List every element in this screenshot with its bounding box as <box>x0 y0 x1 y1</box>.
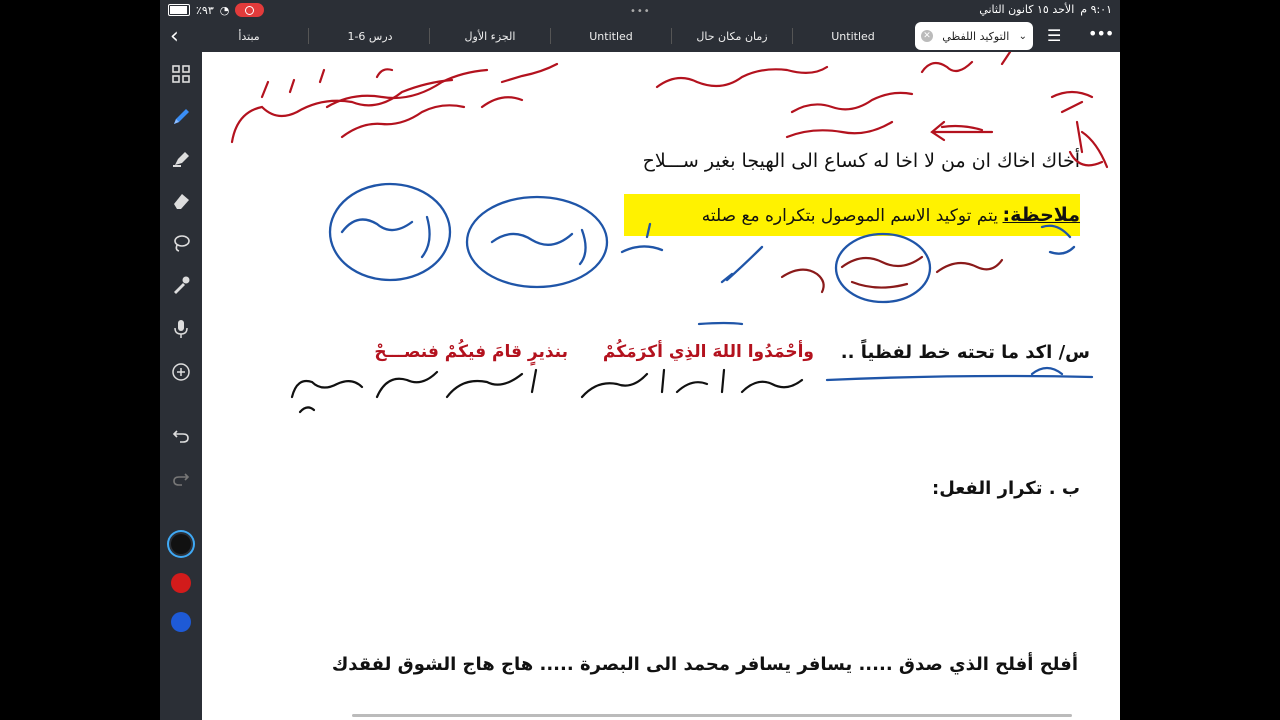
note-label: ملاحظة: <box>1002 204 1080 226</box>
pipette-icon[interactable] <box>169 274 193 298</box>
highlighter-icon[interactable] <box>169 148 193 172</box>
eraser-icon[interactable] <box>169 190 193 214</box>
section-b-heading: ب . تكرار الفعل: <box>932 478 1080 499</box>
color-swatch-black[interactable] <box>171 534 191 554</box>
question-verse-part1: وأحْمَدُوا اللهَ الذِي أكرَمَكُمْ <box>602 342 814 362</box>
color-swatch-red[interactable] <box>171 573 191 593</box>
add-icon[interactable] <box>169 361 193 385</box>
multitask-dots-icon[interactable]: ••• <box>630 6 651 17</box>
circle-annotation-2 <box>465 195 609 289</box>
list-icon[interactable]: ☰ <box>1047 26 1061 45</box>
circle-annotation-1 <box>328 182 452 282</box>
grid-icon[interactable] <box>169 64 193 88</box>
tab-part-one[interactable]: الجزء الأول <box>450 20 530 52</box>
tab-untitled-1[interactable]: Untitled <box>571 20 651 52</box>
tab-lesson-6-1[interactable]: درس 6-1 <box>330 20 410 52</box>
note-page[interactable]: أخاك اخاك ان من لا اخا له كساع الى الهيج… <box>202 52 1120 720</box>
wifi-icon: ◔ <box>219 3 230 17</box>
examples-line: أفلح أفلح الذي صدق ..... يسافر يسافر محم… <box>331 654 1078 675</box>
close-tab-icon[interactable]: ✕ <box>921 30 933 42</box>
ipad-screen: ٪٩٣ ◔ ••• ٩:٠١ م الأحد ١٥ كانون الثاني ‹… <box>160 0 1120 720</box>
more-icon[interactable]: ••• <box>1088 24 1114 43</box>
active-tab-label: التوكيد اللفظي <box>942 29 1010 43</box>
tool-sidebar <box>160 52 202 720</box>
question-verse-part2: بنذيرٍ قامَ فيكُمْ فنصـــحْ <box>374 342 568 362</box>
back-chevron-icon[interactable]: ‹ <box>170 24 179 49</box>
battery-icon <box>168 4 190 16</box>
black-ink-writing <box>290 368 804 414</box>
tab-time-place-hal[interactable]: زمان مكان حال <box>687 20 777 52</box>
chevron-down-icon[interactable]: ⌄ <box>1019 31 1027 42</box>
tab-divider <box>429 28 430 44</box>
tab-divider <box>550 28 551 44</box>
tab-untitled-2[interactable]: Untitled <box>813 20 893 52</box>
mic-icon[interactable] <box>169 318 193 342</box>
tab-active-lafzi[interactable]: ✕ التوكيد اللفظي ⌄ <box>915 22 1033 50</box>
undo-icon[interactable] <box>169 425 193 449</box>
tab-bar: ‹ مبتدأ درس 6-1 الجزء الأول Untitled زما… <box>160 20 1120 52</box>
tab-divider <box>671 28 672 44</box>
pen-icon[interactable] <box>169 106 193 130</box>
status-bar: ٪٩٣ ◔ ••• ٩:٠١ م الأحد ١٥ كانون الثاني <box>160 0 1120 20</box>
tab-divider <box>792 28 793 44</box>
tab-mubtada[interactable]: مبتدأ <box>214 20 284 52</box>
lasso-icon[interactable] <box>169 232 193 256</box>
screen-recording-indicator[interactable] <box>235 3 265 17</box>
tab-divider <box>308 28 309 44</box>
circle-annotation-alladhi <box>834 232 932 304</box>
dark-red-ink-words <box>780 255 1004 294</box>
horizontal-scrollbar[interactable] <box>352 714 1072 717</box>
battery-percent: ٪٩٣ <box>196 3 214 17</box>
status-date: الأحد ١٥ كانون الثاني <box>979 3 1075 16</box>
redo-icon[interactable] <box>169 468 193 492</box>
note-text: يتم توكيد الاسم الموصول بتكراره مع صلته <box>701 206 998 226</box>
question-label: س/ اكد ما تحته خط لفظياً .. <box>840 342 1090 363</box>
poetry-verse: أخاك اخاك ان من لا اخا له كساع الى الهيج… <box>642 150 1080 172</box>
record-icon <box>245 5 255 15</box>
status-time: ٩:٠١ م <box>1080 3 1112 16</box>
color-swatch-blue[interactable] <box>171 612 191 632</box>
